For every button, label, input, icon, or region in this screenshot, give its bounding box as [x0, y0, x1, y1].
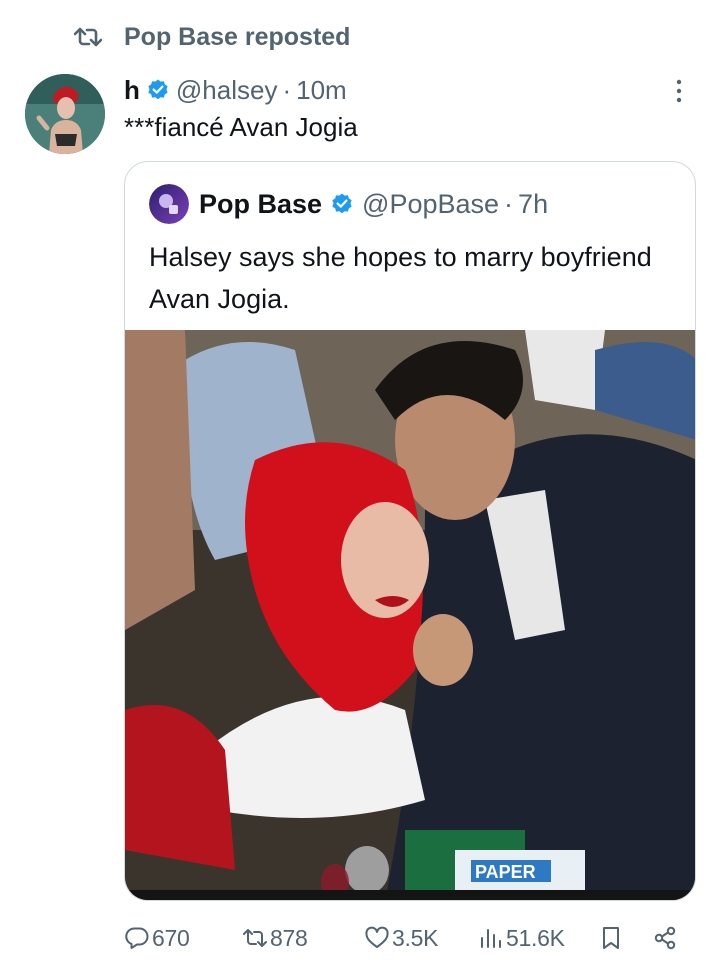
separator-dot: · [504, 188, 514, 219]
repost-icon [243, 929, 267, 947]
quoted-tweet-timestamp[interactable]: 7h [518, 189, 548, 220]
popbase-logo-icon [149, 184, 189, 224]
repost-button[interactable]: 878 [242, 920, 308, 956]
separator-dot: · [282, 74, 292, 105]
tweet-timestamp[interactable]: 10m [296, 75, 347, 106]
like-count: 3.5K [392, 924, 439, 951]
magazine-title: PAPER [475, 862, 536, 882]
quoted-tweet-header: Pop Base @PopBase · 7h [149, 184, 548, 224]
author-name[interactable]: h [124, 75, 140, 106]
verified-badge-icon [148, 79, 168, 100]
avatar-image [25, 74, 105, 154]
views-button[interactable]: 51.6K [478, 920, 565, 956]
repost-icon [74, 27, 102, 47]
view-count: 51.6K [506, 924, 565, 951]
tweet-text: ***fiancé Avan Jogia [124, 112, 358, 142]
quoted-tweet-text: Halsey says she hopes to marry boyfriend… [149, 242, 652, 314]
share-button[interactable] [652, 920, 680, 956]
action-bar: 670 878 3.5K 51.6K [124, 920, 696, 956]
author-handle[interactable]: @halsey [176, 75, 278, 106]
quoted-tweet[interactable]: Pop Base @PopBase · 7h Halsey says she h… [124, 161, 696, 901]
bookmark-icon [603, 927, 619, 949]
reply-count: 670 [152, 924, 190, 951]
heart-icon [365, 926, 389, 948]
quoted-author-avatar[interactable] [149, 184, 189, 224]
share-icon [654, 926, 676, 950]
more-options-icon[interactable] [668, 78, 690, 104]
quoted-author-name[interactable]: Pop Base [199, 189, 322, 220]
bookmark-button[interactable] [598, 920, 626, 956]
verified-badge-icon [332, 193, 352, 214]
author-avatar[interactable] [25, 74, 105, 154]
quoted-tweet-photo[interactable]: PAPER [125, 330, 696, 901]
tweet-header: h @halsey · 10m [124, 72, 347, 108]
repost-context[interactable]: Pop Base reposted [74, 22, 350, 52]
reply-icon [125, 927, 149, 949]
repost-count: 878 [270, 924, 308, 951]
like-button[interactable]: 3.5K [364, 920, 438, 956]
views-chart-icon [481, 929, 501, 948]
repost-label: Pop Base reposted [124, 22, 351, 51]
quoted-author-handle[interactable]: @PopBase [362, 189, 499, 220]
reply-button[interactable]: 670 [124, 920, 190, 956]
